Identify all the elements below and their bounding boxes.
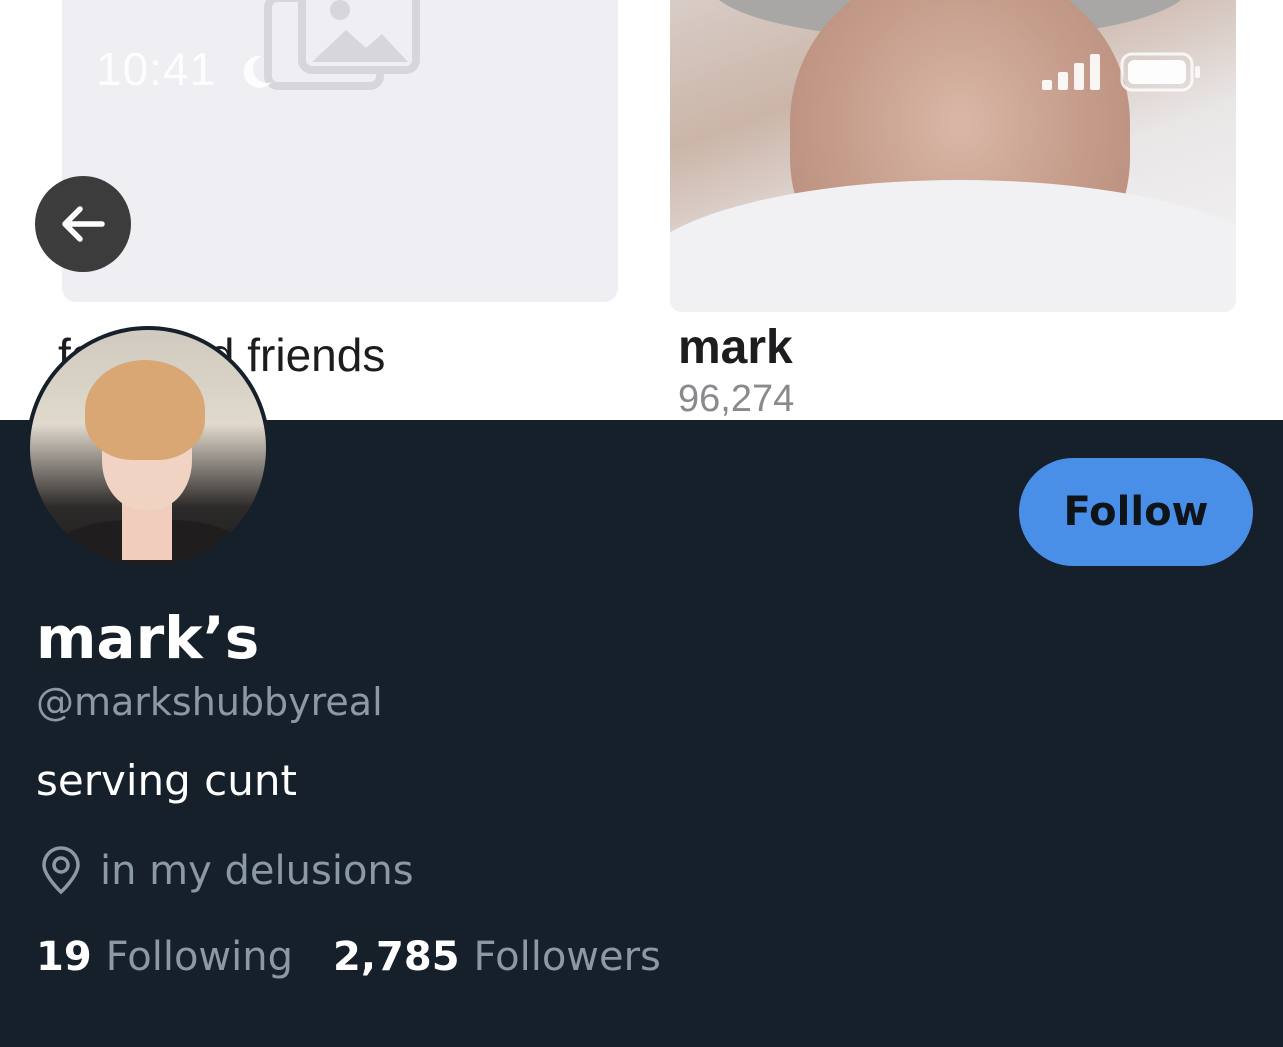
location-text: in my delusions	[100, 848, 414, 894]
location-pin-icon	[42, 846, 80, 895]
display-name: mark’s	[36, 604, 260, 672]
banner-card-photo	[670, 0, 1236, 312]
profile-handle: @markshubbyreal	[36, 680, 383, 724]
follow-button[interactable]: Follow	[1019, 458, 1253, 566]
followers-count: 2,785	[333, 934, 460, 980]
profile-location: in my delusions	[36, 846, 414, 896]
image-placeholder-icon	[264, 0, 420, 90]
arrow-left-icon	[62, 206, 105, 242]
avatar[interactable]	[26, 326, 270, 570]
profile-stats: 19 Following 2,785 Followers	[36, 934, 701, 980]
banner-caption-right: mark	[678, 321, 793, 374]
followers-link[interactable]: 2,785 Followers	[333, 934, 661, 980]
status-time: 10:41	[96, 43, 217, 95]
banner-caption-count: 96,274	[678, 378, 795, 420]
battery-icon	[1120, 52, 1200, 92]
cellular-signal-icon	[1042, 54, 1100, 90]
profile-bio: serving cunt	[36, 756, 297, 805]
following-link[interactable]: 19 Following	[36, 934, 293, 980]
followers-label: Followers	[473, 934, 661, 980]
following-count: 19	[36, 934, 92, 980]
back-button[interactable]	[35, 176, 131, 272]
moon-icon	[243, 55, 272, 88]
following-label: Following	[105, 934, 293, 980]
